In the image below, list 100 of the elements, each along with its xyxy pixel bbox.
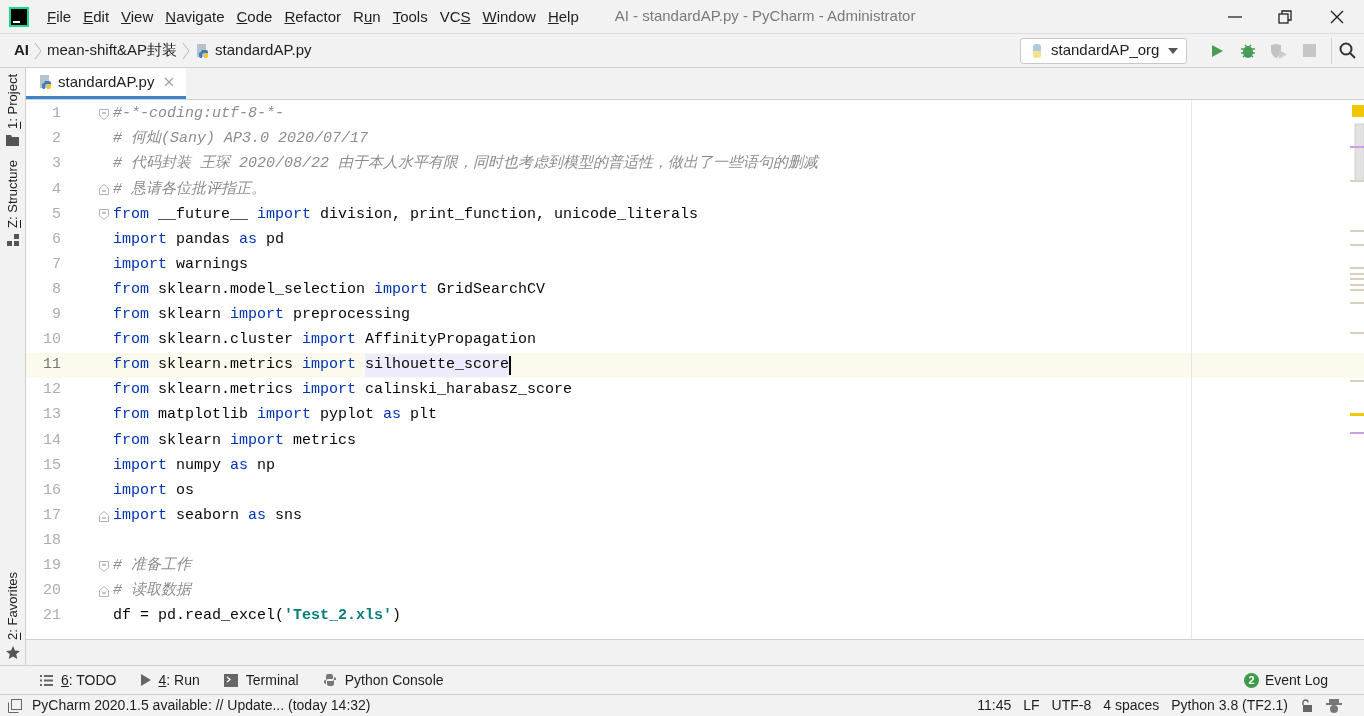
tool-window-button[interactable]: Terminal [223,669,299,691]
breadcrumb-item[interactable]: mean-shift&AP封装 [47,39,178,62]
line-number: 2 [51,129,61,150]
coverage-icon [1269,42,1288,59]
terminal-icon [223,673,238,687]
restore-icon [1278,9,1292,24]
code-line: from sklearn import preprocessing [113,305,411,326]
notification-count: 2 [1243,672,1259,688]
status-item[interactable]: 11:45 [971,695,1018,716]
code-line: from sklearn.metrics import calinski_harabasz_score [113,380,573,401]
breadcrumb-item[interactable]: AI [14,39,29,62]
line-number: 19 [42,556,61,576]
code-line: # 何灿(Sany) AP3.0 2020/07/17 [113,129,369,150]
fold-marker-icon[interactable] [99,585,109,597]
status-item[interactable]: Python 3.8 (TF2.1) [1165,695,1294,716]
code-line: df = pd.read_excel('Test_2.xls') [113,606,402,627]
editor-tab[interactable]: standardAP.py [26,68,187,99]
line-number: 8 [51,279,61,300]
menu-item[interactable]: Run [347,6,387,27]
code-line: import pandas as pd [113,229,285,250]
close-icon [1330,9,1344,24]
code-line: from sklearn.cluster import AffinityPropagation [113,330,537,351]
code-line: #-*-coding:utf-8-*- [113,104,285,125]
line-number: 1 [51,104,61,125]
line-number: 4 [51,179,61,200]
window-title: AI - standardAP.py - PyCharm - Administrator [614,6,916,27]
menu-item[interactable]: Edit [77,6,116,27]
close-tab-icon [164,77,175,87]
tool-window-button[interactable]: Python Console [322,669,444,691]
menu-item[interactable]: View [115,6,160,27]
tool-window-tab[interactable]: 1: Project [4,74,21,146]
menu-item[interactable]: VCS [433,6,477,27]
app-logo-icon [9,6,29,27]
line-number: 9 [51,305,61,326]
line-number: 3 [51,154,61,175]
code-line: from sklearn import metrics [113,430,357,451]
tool-window-tab[interactable]: Z: Structure [4,159,21,246]
code-line: import os [113,480,195,501]
play-icon [140,674,151,686]
tool-window-tab[interactable]: 2: Favorites [4,572,21,659]
dropdown-caret-icon [1168,47,1178,54]
code-line: from matplotlib import pyplot as plt [113,405,438,426]
line-number: 15 [42,455,61,476]
code-line: # 代码封装 王琛 2020/08/22 由于本人水平有限，同时也考虑到模型的普适性，做出了一些语句的删减 [113,153,819,175]
line-number: 18 [42,530,61,551]
folder-icon [6,134,19,146]
line-number: 13 [42,405,61,426]
fold-marker-icon[interactable] [99,510,109,522]
breadcrumb-separator-icon [182,41,191,60]
menu-item[interactable]: Code [230,6,279,27]
status-item[interactable]: UTF-8 [1045,695,1098,716]
menu-item[interactable]: Help [541,6,585,27]
tool-window-button[interactable]: 4: Run [140,669,200,691]
tool-window-button[interactable]: 6: TODO [40,669,117,691]
line-number: 20 [42,581,61,602]
fold-marker-icon[interactable] [99,560,109,572]
code-line: import warnings [113,254,249,275]
code-line: import seaborn as sns [113,505,303,526]
line-number: 6 [51,229,61,250]
code-line: # 读取数据 [113,580,191,602]
line-number: 12 [42,380,61,401]
fold-marker-icon[interactable] [99,184,109,196]
structure-icon [6,233,19,246]
line-number: 21 [42,606,61,627]
code-line: # 恳请各位批评指正。 [113,179,266,200]
status-item[interactable]: LF [1017,695,1046,716]
python-file-icon [38,74,54,90]
line-number: 10 [42,330,61,351]
update-notification[interactable]: PyCharm 2020.1.5 available: // Update... (today 14:32) [32,695,371,716]
fold-marker-icon[interactable] [99,109,109,121]
code-line: from sklearn.model_selection import GridSearchCV [113,279,546,300]
line-number: 7 [51,254,61,275]
text-caret [509,356,512,375]
menu-item[interactable]: Window [476,6,542,27]
fold-marker-icon[interactable] [99,209,109,221]
menu-item[interactable]: Tools [386,6,434,27]
breadcrumb-separator-icon [34,41,42,60]
line-number: 5 [51,204,61,225]
stop-icon [1303,44,1316,57]
breadcrumb-item[interactable]: standardAP.py [195,39,312,62]
line-number: 11 [42,355,61,376]
line-number: 17 [42,505,61,526]
unlocked-icon [1300,698,1312,713]
run-icon [1209,43,1224,58]
bug-icon [1239,42,1256,59]
line-number: 16 [42,480,61,501]
status-item[interactable]: 4 spaces [1097,695,1166,716]
code-line: from sklearn.metrics import silhouette_score [113,354,510,377]
list-icon [40,674,53,686]
panel-toggle-icon [8,698,22,713]
run-configuration-dropdown[interactable]: standardAP_org [1020,37,1187,64]
code-line: import numpy as np [113,455,276,476]
star-icon [5,646,20,659]
menu-item[interactable]: Navigate [159,6,231,27]
menu-item[interactable]: File [41,6,78,27]
code-line: # 准备工作 [113,556,191,576]
line-number: 14 [42,430,61,451]
event-log-button[interactable]: 2 Event Log [1243,669,1328,691]
minimize-icon [1228,15,1242,18]
menu-item[interactable]: Refactor [278,6,348,27]
